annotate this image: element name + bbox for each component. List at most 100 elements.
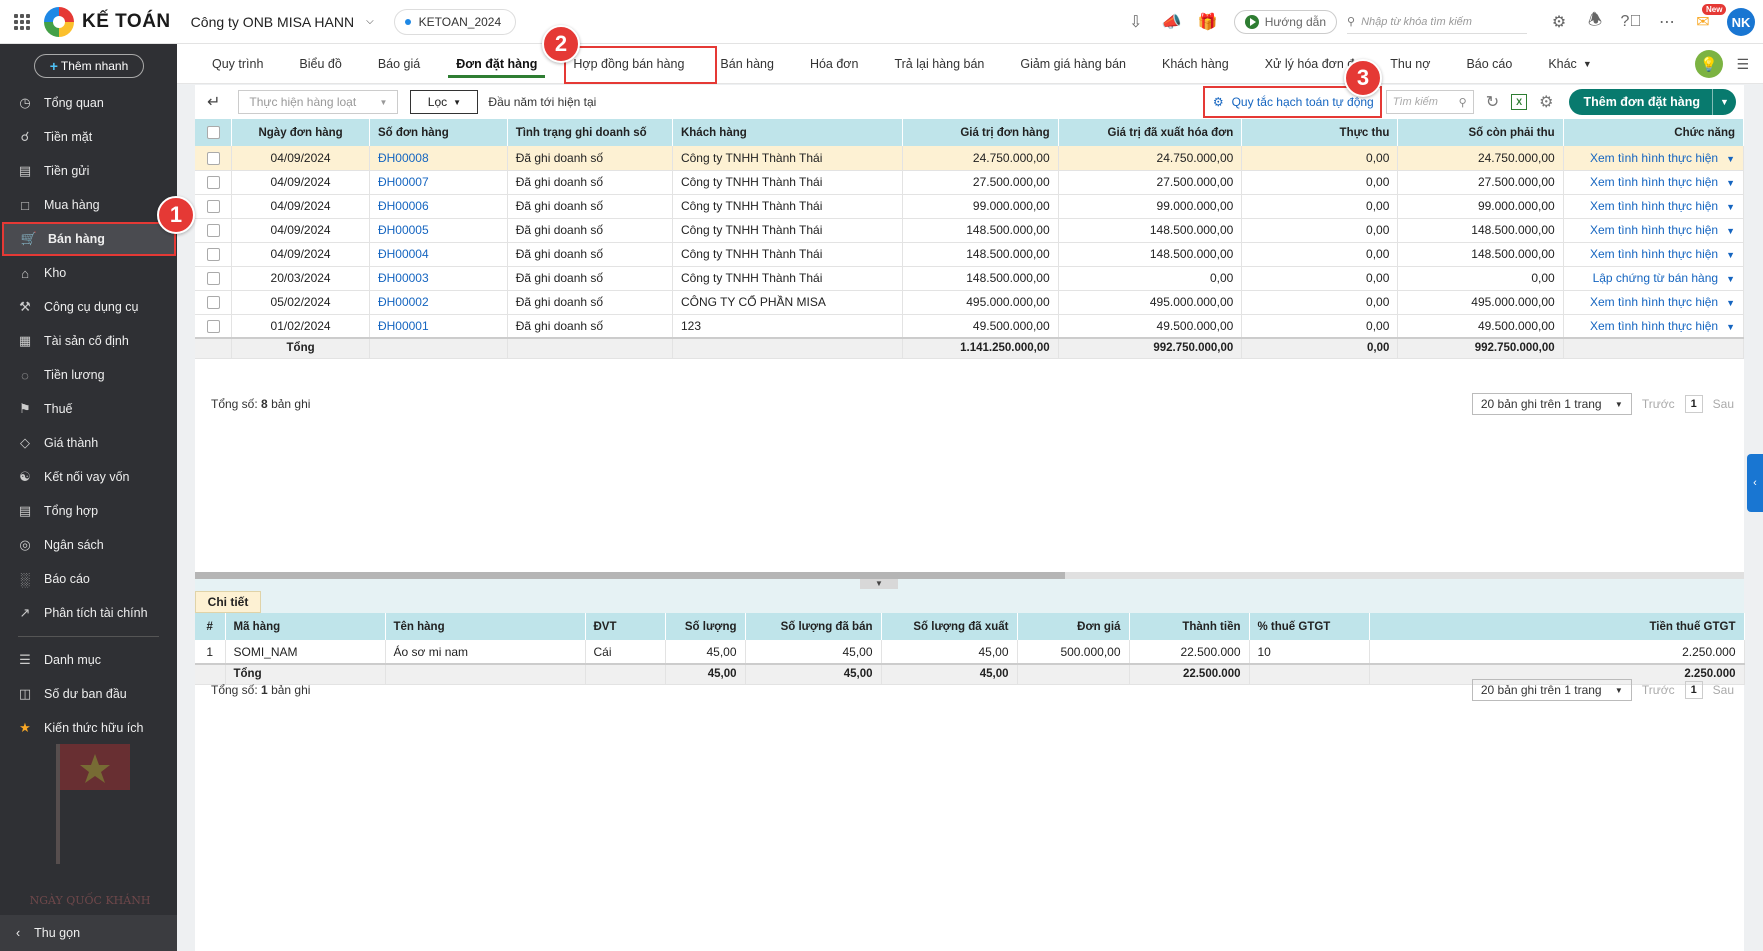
col-collected[interactable]: Thực thu [1241, 119, 1399, 146]
row-action-label[interactable]: Xem tình hình thực hiện [1590, 199, 1718, 213]
sort-icon[interactable]: ↵ [207, 92, 220, 112]
row-action[interactable]: Xem tình hình thực hiện ▼ [1563, 314, 1745, 339]
tab-more[interactable]: Khác ▼ [1530, 44, 1609, 84]
sidebar-item-cash[interactable]: ☌ Tiền mặt [0, 120, 177, 154]
table-row[interactable]: 20/03/2024 ĐH00003 Đã ghi doanh số Công … [195, 266, 1745, 291]
row-action-label[interactable]: Xem tình hình thực hiện [1590, 247, 1718, 261]
col-unit-price[interactable]: Đơn giá [1017, 613, 1130, 640]
sidebar-item-cost[interactable]: ◇ Giá thành [0, 426, 177, 460]
side-panel-toggle[interactable]: ‹ [1747, 454, 1763, 512]
row-action-label[interactable]: Xem tình hình thực hiện [1590, 295, 1718, 309]
tab-invoice[interactable]: Hóa đơn [792, 44, 877, 84]
caret-down-icon[interactable]: ▼ [1712, 89, 1736, 115]
collapse-sidebar-button[interactable]: ‹ Thu gọn [0, 915, 177, 951]
sidebar-item-loan[interactable]: ☯ Kết nối vay vốn [0, 460, 177, 494]
select-all-checkbox[interactable] [195, 119, 233, 146]
row-checkbox[interactable] [195, 314, 233, 339]
tab-detail[interactable]: Chi tiết [195, 591, 261, 613]
sidebar-item-salary[interactable]: ◌ Tiền lương [0, 358, 177, 392]
col-unit[interactable]: ĐVT [585, 613, 666, 640]
row-action-label[interactable]: Xem tình hình thực hiện [1590, 175, 1718, 189]
col-invoiced-value[interactable]: Giá trị đã xuất hóa đơn [1058, 119, 1243, 146]
global-search-input[interactable]: ⚲ Nhập từ khóa tìm kiếm [1347, 10, 1527, 34]
detail-next-page-button[interactable]: Sau [1713, 683, 1734, 697]
app-grid-icon[interactable] [14, 13, 30, 30]
tab-customer[interactable]: Khách hàng [1144, 44, 1247, 84]
avatar[interactable]: NK [1727, 8, 1755, 36]
order-no-link[interactable]: ĐH00008 [369, 146, 508, 171]
gear-icon[interactable]: ⚙ [1539, 92, 1553, 112]
col-quantity[interactable]: Số lượng [665, 613, 746, 640]
row-action[interactable]: Xem tình hình thực hiện ▼ [1563, 146, 1745, 171]
database-chip[interactable]: KETOAN_2024 [393, 8, 517, 35]
order-no-link[interactable]: ĐH00001 [369, 314, 508, 339]
app-logo[interactable]: KẾ TOÁN [44, 6, 171, 37]
caret-down-icon[interactable]: ▼ [1726, 322, 1735, 332]
collapse-toggle-icon[interactable]: ▼ [860, 579, 898, 589]
sidebar-item-assets[interactable]: ▦ Tài sản cố định [0, 324, 177, 358]
current-page[interactable]: 1 [1684, 395, 1703, 413]
table-row[interactable]: 05/02/2024 ĐH00002 Đã ghi doanh số CÔNG … [195, 290, 1745, 315]
sidebar-item-purchase[interactable]: □ Mua hàng [0, 188, 177, 222]
caret-down-icon[interactable]: ▼ [1726, 226, 1735, 236]
tab-report[interactable]: Báo cáo [1448, 44, 1530, 84]
sidebar-item-report[interactable]: ░ Báo cáo [0, 562, 177, 596]
row-action[interactable]: Lập chứng từ bán hàng ▼ [1563, 266, 1745, 291]
add-sales-order-button[interactable]: Thêm đơn đặt hàng ▼ [1569, 89, 1736, 115]
orders-search-input[interactable]: Tìm kiếm ⚲ [1385, 90, 1474, 114]
sidebar-item-analytics[interactable]: ↗ Phân tích tài chính [0, 596, 177, 630]
sidebar-item-sales[interactable]: 🛒 Bán hàng [2, 222, 176, 256]
table-row[interactable]: 04/09/2024 ĐH00008 Đã ghi doanh số Công … [195, 146, 1745, 171]
col-revenue-status[interactable]: Tình trạng ghi doanh số [507, 119, 673, 146]
row-action-label[interactable]: Lập chứng từ bán hàng [1593, 271, 1719, 285]
guide-button[interactable]: Hướng dẫn [1233, 10, 1337, 34]
table-row[interactable]: 04/09/2024 ĐH00007 Đã ghi doanh số Công … [195, 170, 1745, 195]
sidebar-item-budget[interactable]: ◎ Ngân sách [0, 528, 177, 562]
quick-add-button[interactable]: + Thêm nhanh [34, 54, 144, 78]
order-no-link[interactable]: ĐH00003 [369, 266, 508, 291]
more-icon[interactable]: ⋯ [1656, 11, 1678, 33]
sidebar-item-bank[interactable]: ▤ Tiền gửi [0, 154, 177, 188]
table-row[interactable]: 04/09/2024 ĐH00005 Đã ghi doanh số Công … [195, 218, 1745, 243]
mail-icon[interactable]: ✉ New [1692, 4, 1727, 33]
excel-export-icon[interactable]: X [1511, 94, 1528, 110]
page-size-select[interactable]: 20 bản ghi trên 1 trang ▼ [1471, 393, 1632, 415]
sidebar-item-catalog[interactable]: ☰ Danh mục [0, 643, 177, 677]
scrollbar-thumb[interactable] [195, 572, 1065, 579]
horizontal-scrollbar[interactable] [195, 572, 1744, 579]
panel-splitter[interactable]: ▼ [195, 579, 1744, 591]
col-item-code[interactable]: Mã hàng [225, 613, 386, 640]
download-icon[interactable]: ⇩ [1125, 11, 1147, 33]
help-icon[interactable]: ?⃝ [1620, 11, 1642, 33]
caret-down-icon[interactable]: ▼ [1726, 202, 1735, 212]
tab-process[interactable]: Quy trình [194, 44, 281, 84]
order-no-link[interactable]: ĐH00005 [369, 218, 508, 243]
caret-down-icon[interactable]: ▼ [1726, 298, 1735, 308]
gear-icon[interactable]: ⚙ [1548, 11, 1570, 33]
row-checkbox[interactable] [195, 146, 233, 171]
detail-current-page[interactable]: 1 [1684, 681, 1703, 699]
row-action[interactable]: Xem tình hình thực hiện ▼ [1563, 218, 1745, 243]
bulk-action-dropdown[interactable]: Thực hiện hàng loạt ▼ [238, 90, 399, 114]
order-no-link[interactable]: ĐH00004 [369, 242, 508, 267]
table-row[interactable]: 1 SOMI_NAM Áo sơ mi nam Cái 45,00 45,00 … [195, 640, 1745, 665]
prev-page-button[interactable]: Trước [1642, 397, 1675, 411]
row-checkbox[interactable] [195, 170, 233, 195]
row-action-label[interactable]: Xem tình hình thực hiện [1590, 223, 1718, 237]
tab-sales-order[interactable]: Đơn đặt hàng [438, 44, 555, 84]
sidebar-item-warehouse[interactable]: ⌂ Kho [0, 256, 177, 290]
tab-debt-collection[interactable]: Thu nợ [1372, 44, 1448, 84]
sidebar-item-overview[interactable]: ◷ Tổng quan [0, 86, 177, 120]
table-row[interactable]: 04/09/2024 ĐH00004 Đã ghi doanh số Công … [195, 242, 1745, 267]
detail-page-size-select[interactable]: 20 bản ghi trên 1 trang ▼ [1471, 679, 1632, 701]
col-vat-amount[interactable]: Tiền thuế GTGT [1369, 613, 1745, 640]
row-action-label[interactable]: Xem tình hình thực hiện [1590, 151, 1718, 165]
tab-chart[interactable]: Biểu đồ [281, 44, 359, 84]
table-row[interactable]: 04/09/2024 ĐH00006 Đã ghi doanh số Công … [195, 194, 1745, 219]
order-no-link[interactable]: ĐH00007 [369, 170, 508, 195]
tab-quote[interactable]: Báo giá [360, 44, 438, 84]
detail-prev-page-button[interactable]: Trước [1642, 683, 1675, 697]
row-action[interactable]: Xem tình hình thực hiện ▼ [1563, 290, 1745, 315]
caret-down-icon[interactable]: ▼ [1726, 154, 1735, 164]
sidebar-item-opening-balance[interactable]: ◫ Số dư ban đầu [0, 677, 177, 711]
